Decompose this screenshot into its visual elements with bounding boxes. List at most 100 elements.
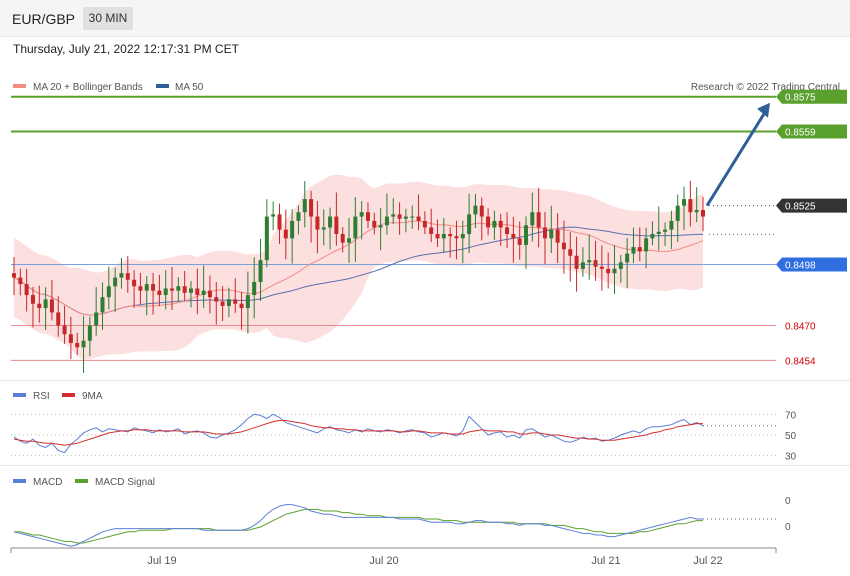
candle-body: [372, 220, 377, 228]
level-label-0.8575: 0.8575: [785, 93, 816, 104]
candle-body: [119, 273, 124, 278]
candle-body: [12, 273, 16, 278]
candle-body: [321, 227, 326, 230]
candle-body: [479, 205, 484, 217]
candle-body: [290, 220, 295, 239]
x-tick-label: Jul 21: [591, 555, 620, 567]
candle-body: [182, 286, 187, 293]
candle-body: [87, 325, 92, 341]
x-tick-label: Jul 22: [693, 555, 722, 567]
candle-body: [435, 233, 440, 239]
candle-body: [340, 233, 345, 243]
candle-body: [296, 212, 301, 221]
ma50-legend-label: MA 50: [175, 82, 204, 93]
candle-body: [62, 325, 67, 335]
candle-body: [429, 227, 434, 234]
candle-body: [410, 216, 415, 218]
candle-body: [498, 220, 503, 228]
candle-body: [144, 284, 149, 291]
chart-svg[interactable]: MA 20 + Bollinger Bands MA 50 Research ©…: [0, 0, 850, 576]
candle-body: [24, 284, 29, 296]
rsi-legend-swatch: [13, 393, 26, 397]
candle-body: [359, 212, 364, 217]
candle-body: [264, 216, 269, 261]
candle-body: [378, 225, 383, 228]
level-label-0.8525: 0.8525: [785, 202, 816, 213]
candle-body: [207, 290, 212, 298]
candle-body: [606, 268, 611, 274]
ma20-legend-swatch: [13, 84, 26, 88]
candle-body: [214, 297, 219, 302]
candle-body: [492, 220, 497, 228]
ma20-legend-label: MA 20 + Bollinger Bands: [33, 82, 143, 93]
candle-body: [682, 199, 687, 206]
rsi-tick-30: 30: [785, 452, 797, 463]
candle-body: [233, 299, 238, 304]
candle-body: [68, 334, 73, 343]
candle-body: [694, 210, 699, 213]
candle-body: [625, 253, 630, 263]
candle-body: [188, 288, 193, 293]
candle-body: [49, 299, 54, 313]
candle-body: [555, 229, 560, 243]
candle-body: [530, 212, 535, 226]
candle-body: [132, 279, 137, 287]
level-label-0.8470: 0.8470: [785, 322, 816, 333]
candle-body: [81, 340, 86, 348]
candle-body: [151, 284, 156, 291]
candle-body: [637, 247, 642, 252]
candle-body: [258, 260, 263, 282]
candle-body: [353, 216, 358, 239]
candle-body: [454, 236, 459, 239]
candle-body: [511, 233, 516, 239]
candle-body: [587, 260, 592, 263]
candle-body: [309, 199, 314, 217]
candle-body: [125, 273, 130, 280]
candle-body: [75, 342, 80, 348]
candle-body: [460, 233, 465, 239]
candle-body: [542, 227, 547, 239]
candle-body: [486, 216, 491, 228]
candle-body: [30, 295, 35, 304]
level-label-0.8498: 0.8498: [785, 260, 816, 271]
candle-body: [612, 268, 617, 274]
candle-body: [163, 288, 168, 296]
candle-body: [315, 216, 320, 230]
candle-body: [618, 262, 623, 269]
candle-body: [561, 242, 566, 250]
candle-body: [195, 288, 200, 296]
candle-body: [650, 233, 655, 239]
candle-body: [170, 288, 175, 291]
rsi-tick-50: 50: [785, 431, 797, 442]
macd-tick-lower: 0: [785, 522, 791, 533]
signal-legend-label: MACD Signal: [95, 477, 155, 488]
candle-body: [644, 238, 649, 252]
candle-body: [384, 216, 389, 226]
candle-body: [138, 286, 143, 291]
level-label-0.8559: 0.8559: [785, 128, 816, 139]
candle-body: [302, 199, 307, 213]
candle-body: [37, 303, 42, 309]
rsi-ma-line: [13, 420, 703, 446]
macd-line: [13, 504, 703, 547]
ma50-legend-swatch: [156, 84, 169, 88]
macd-tick-upper: 0: [785, 496, 791, 507]
x-tick-label: Jul 19: [147, 555, 176, 567]
candle-body: [701, 210, 705, 217]
candle-body: [252, 281, 257, 296]
candle-body: [176, 286, 181, 291]
candle-body: [334, 216, 339, 234]
forecast-arrow-shaft: [705, 109, 768, 207]
bollinger-band: [14, 174, 703, 360]
candle-body: [18, 277, 23, 285]
candle-body: [391, 214, 396, 217]
candle-body: [580, 262, 585, 269]
rsi-line: [13, 413, 704, 454]
candle-body: [505, 227, 510, 234]
candle-body: [157, 290, 162, 296]
macd-legend-swatch: [13, 479, 26, 483]
candle-body: [277, 214, 282, 230]
candle-body: [473, 205, 478, 215]
candle-body: [56, 312, 61, 326]
candle-body: [517, 238, 522, 245]
